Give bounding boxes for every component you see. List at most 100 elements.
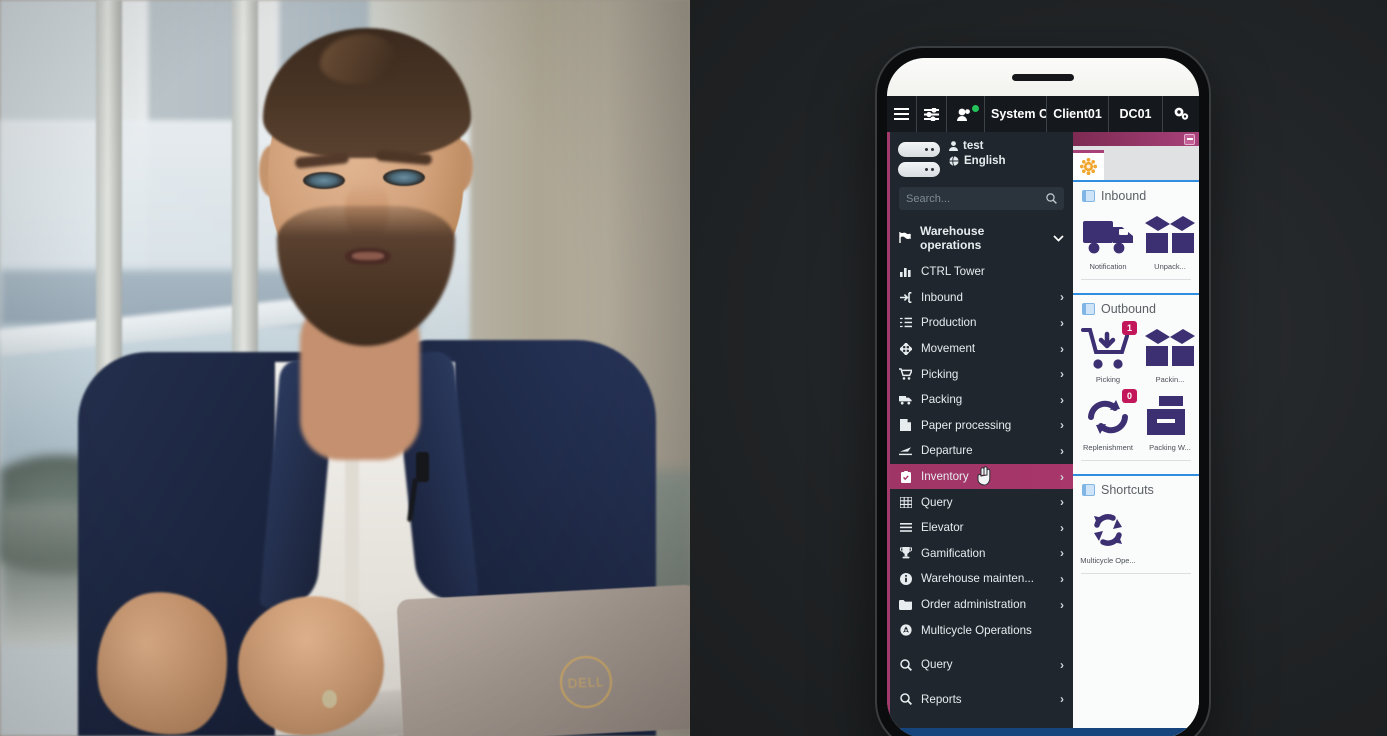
document-icon (899, 419, 912, 432)
tile-multicycle-operations[interactable]: Multicycle Ope... (1077, 503, 1139, 565)
distribution-center-selector[interactable]: DC01 (1109, 96, 1163, 132)
tile-label: Picking (1095, 375, 1121, 384)
sidebar-item-gamification[interactable]: Gamification › (890, 541, 1073, 567)
warehouse-flag-icon (899, 232, 912, 244)
gears-settings-icon (1173, 107, 1190, 121)
home-indicator-bar (887, 728, 1199, 736)
person-icon (949, 141, 958, 151)
sidebar-item-label: Query (921, 658, 953, 672)
sidebar-item-label: Gamification (921, 546, 986, 560)
sidebar-item-elevator[interactable]: Elevator › (890, 515, 1073, 541)
sidebar-item-reports[interactable]: Reports › (890, 687, 1073, 713)
user-account-button[interactable] (947, 96, 985, 132)
chart-bars-icon (899, 266, 912, 278)
online-status-dot (972, 105, 979, 112)
username-row: test (949, 140, 1006, 152)
tile-group-shortcuts: Shortcuts Multicycle Ope... (1073, 474, 1199, 578)
chevron-right-icon: › (1060, 341, 1064, 356)
chevron-right-icon: › (1060, 657, 1064, 672)
settings-button[interactable] (1163, 96, 1199, 132)
sidebar-item-label: Packing (921, 393, 963, 407)
sidebar-item-warehouse-maintenance[interactable]: Warehouse mainten... › (890, 566, 1073, 592)
search-input[interactable]: Search... (899, 187, 1064, 210)
hamburger-menu-button[interactable] (887, 96, 917, 132)
group-label: Shortcuts (1101, 483, 1154, 497)
tile-label: Packing W... (1149, 443, 1191, 452)
phone-top-bezel (887, 58, 1199, 96)
sidebar-item-label: Departure (921, 444, 973, 458)
sidebar-item-picking[interactable]: Picking › (890, 361, 1073, 387)
recycle-icon (899, 624, 912, 636)
tile-group-outbound: Outbound 1 Picking Packin... 0 Replenish… (1073, 293, 1199, 465)
group-separator (1081, 460, 1191, 461)
sidebar-item-query[interactable]: Query › (890, 489, 1073, 515)
tile-label: Replenishment (1082, 443, 1134, 452)
list-ordered-icon (899, 317, 912, 328)
tile-picking[interactable]: 1 Picking (1077, 321, 1139, 384)
minimize-button[interactable] (1184, 133, 1195, 145)
sidebar-item-label: CTRL Tower (921, 265, 985, 279)
tile-unpacking[interactable]: Unpack... (1139, 209, 1199, 271)
sidebar-item-label: Inventory (921, 470, 969, 484)
sidebar-section-warehouse-operations[interactable]: Warehouse operations (890, 218, 1073, 259)
tile-packing-workstation[interactable]: Packing W... (1139, 390, 1199, 452)
group-separator (1081, 279, 1191, 280)
filter-settings-button[interactable] (917, 96, 947, 132)
app-sidebar: test English Search... Warehouse operati… (887, 132, 1073, 736)
tile-label: Unpack... (1154, 262, 1186, 271)
chevron-right-icon: › (1060, 392, 1064, 407)
sidebar-item-multicycle-operations[interactable]: Multicycle Operations (890, 617, 1073, 643)
sidebar-item-ctrl-tower[interactable]: CTRL Tower (890, 259, 1073, 285)
chevron-right-icon: › (1060, 571, 1064, 586)
table-grid-icon (899, 496, 912, 508)
tab-home[interactable] (1073, 150, 1104, 180)
sidebar-item-paper-processing[interactable]: Paper processing › (890, 413, 1073, 439)
language-row[interactable]: English (949, 155, 1006, 167)
sidebar-item-production[interactable]: Production › (890, 310, 1073, 336)
language-label: English (964, 155, 1006, 167)
sliders-filter-icon (924, 107, 939, 121)
open-box-icon (1143, 213, 1197, 259)
content-panel: Inbound Notification Unpack... Outbound … (1073, 132, 1199, 736)
sidebar-item-inventory[interactable]: Inventory › (890, 463, 1073, 490)
minimize-icon (1186, 138, 1193, 140)
phone-mockup: System Cli Client01 DC01 (877, 48, 1209, 736)
tile-badge: 1 (1122, 321, 1137, 335)
tile-label: Notification (1089, 262, 1127, 271)
group-title-outbound: Outbound (1073, 300, 1199, 320)
chevron-right-icon: › (1060, 367, 1064, 382)
tile-label: Packin... (1155, 375, 1185, 384)
tile-packing[interactable]: Packin... (1139, 322, 1199, 384)
sidebar-header: test English (890, 132, 1073, 183)
tile-replenishment[interactable]: 0 Replenishment (1077, 389, 1139, 452)
sidebar-item-inbound[interactable]: Inbound › (890, 285, 1073, 311)
search-placeholder: Search... (906, 192, 951, 205)
lines-icon (899, 523, 912, 533)
client-selector[interactable]: Client01 (1047, 96, 1109, 132)
chevron-right-icon: › (1060, 290, 1064, 305)
chevron-right-icon: › (1060, 443, 1064, 458)
panel-list-icon (1082, 303, 1095, 315)
hamburger-menu-icon (894, 108, 909, 120)
sidebar-item-order-administration[interactable]: Order administration › (890, 592, 1073, 618)
app-body: test English Search... Warehouse operati… (887, 132, 1199, 736)
chevron-right-icon: › (1060, 495, 1064, 510)
sidebar-item-query-secondary[interactable]: Query › (890, 652, 1073, 678)
wms-app: System Cli Client01 DC01 (887, 96, 1199, 736)
orange-flower-gear-icon (1080, 158, 1097, 175)
search-icon (899, 658, 912, 671)
recycle-arrows-icon (1081, 507, 1135, 553)
system-client-selector[interactable]: System Cli (985, 96, 1047, 132)
group-title-shortcuts: Shortcuts (1073, 481, 1199, 501)
server-chip (898, 142, 940, 157)
tile-row: 1 Picking Packin... (1073, 320, 1199, 388)
group-label: Inbound (1101, 189, 1147, 203)
chevron-right-icon: › (1060, 597, 1064, 612)
sidebar-item-packing[interactable]: Packing › (890, 387, 1073, 413)
sidebar-item-label: Picking (921, 367, 959, 381)
sidebar-item-departure[interactable]: Departure › (890, 438, 1073, 464)
sidebar-item-movement[interactable]: Movement › (890, 336, 1073, 362)
chevron-right-icon: › (1060, 315, 1064, 330)
tile-notification[interactable]: Notification (1077, 209, 1139, 271)
sidebar-user-info: test English (949, 140, 1006, 167)
